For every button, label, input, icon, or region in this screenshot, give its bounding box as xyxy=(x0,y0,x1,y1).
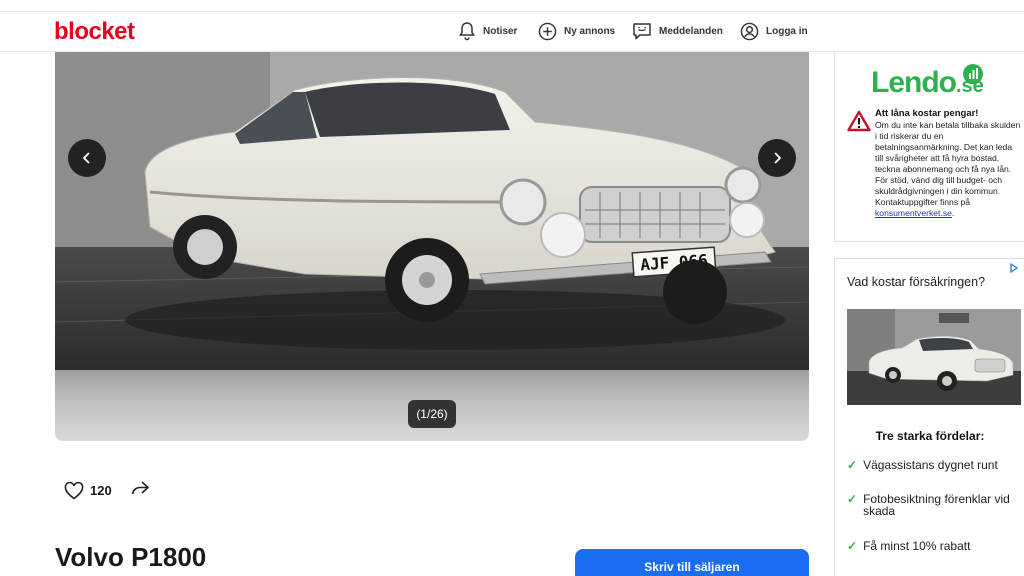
nav-label: Notiser xyxy=(483,25,518,37)
check-icon: ✓ xyxy=(847,539,858,553)
top-strip xyxy=(0,0,1024,12)
nav-label: Logga in xyxy=(766,25,808,37)
nav-logga-in[interactable]: Logga in xyxy=(740,20,808,42)
plus-circle-icon xyxy=(538,22,557,40)
share-icon xyxy=(131,481,149,495)
check-icon: ✓ xyxy=(847,492,858,506)
share-button[interactable] xyxy=(130,480,150,501)
insurance-ad-subtitle: Tre starka fördelar: xyxy=(875,429,985,443)
insurance-ad[interactable]: Vad kostar försäkringen? Tre starka förd… xyxy=(834,258,1024,576)
feature-item: ✓ Fotobesiktning förenklar vid skada xyxy=(847,492,1010,518)
chat-icon xyxy=(633,22,651,39)
bell-icon xyxy=(459,22,475,41)
nav-meddelanden[interactable]: Meddelanden xyxy=(632,20,723,42)
favorite-button[interactable]: 120 xyxy=(64,481,112,500)
konsumentverket-link[interactable]: konsumentverket.se xyxy=(875,208,952,218)
heart-icon xyxy=(64,481,84,500)
contact-seller-button[interactable]: Skriv till säljaren xyxy=(575,549,809,576)
user-circle-icon xyxy=(740,22,759,40)
nav-notiser[interactable]: Notiser xyxy=(458,20,517,42)
favorite-count: 120 xyxy=(90,483,112,498)
chevron-right-icon xyxy=(774,152,782,164)
adchoices-icon[interactable] xyxy=(1009,263,1019,273)
warning-triangle-icon xyxy=(847,110,871,132)
warning-text: Om du inte kan betala tillbaka skulden i… xyxy=(875,120,1021,218)
listing-actions: 120 xyxy=(64,480,150,501)
nav-label: Ny annons xyxy=(564,25,616,37)
car-photo[interactable]: AJF 066 xyxy=(55,52,809,370)
warning-title: Att låna kostar pengar! xyxy=(875,108,979,119)
image-counter: (1/26) xyxy=(408,400,456,428)
gallery-prev-button[interactable] xyxy=(68,139,106,177)
feature-item: ✓ Vägassistans dygnet runt xyxy=(847,458,998,472)
insurance-ad-image xyxy=(847,309,1021,405)
blocket-logo[interactable]: blocket xyxy=(54,18,135,46)
lendo-ad[interactable]: Lendo.se Att låna kostar pengar! Om du i… xyxy=(834,52,1024,242)
check-icon: ✓ xyxy=(847,458,858,472)
image-gallery[interactable]: AJF 066 (1/26) xyxy=(55,52,809,441)
feature-item: ✓ Få minst 10% rabatt xyxy=(847,539,971,553)
chevron-left-icon xyxy=(82,152,90,164)
site-header: blocket Notiser Ny annons Meddelanden Lo… xyxy=(0,12,1024,52)
gallery-next-button[interactable] xyxy=(758,139,796,177)
lendo-chart-icon xyxy=(963,64,983,84)
insurance-ad-title: Vad kostar försäkringen? xyxy=(847,275,986,289)
nav-label: Meddelanden xyxy=(659,25,723,37)
listing-title: Volvo P1800 xyxy=(55,542,207,572)
nav-ny-annons[interactable]: Ny annons xyxy=(538,20,615,42)
